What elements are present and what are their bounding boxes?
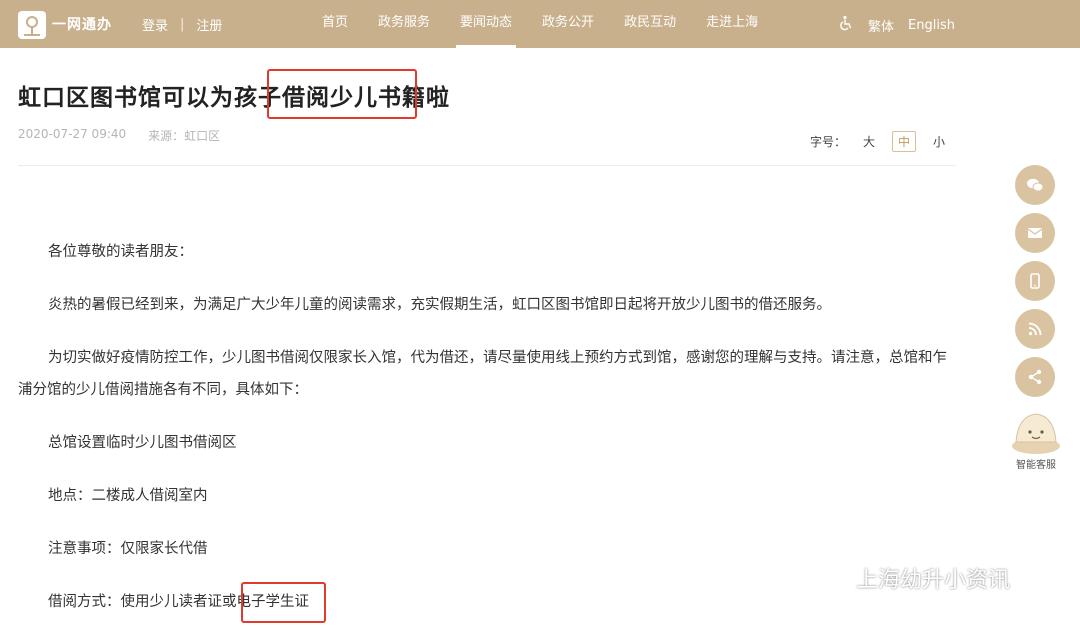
nav-item-about-shanghai[interactable]: 走进上海 <box>696 0 768 48</box>
article-meta: 2020-07-27 09:40 来源：虹口区 <box>18 127 220 144</box>
mobile-button[interactable] <box>1015 261 1055 301</box>
chatbot-mascot-icon <box>1012 413 1060 454</box>
font-size-small-button[interactable]: 小 <box>928 132 950 151</box>
font-size-label: 字号： <box>809 135 846 149</box>
paragraph-greeting: 各位尊敬的读者朋友： <box>48 244 193 260</box>
email-share-button[interactable] <box>1015 213 1055 253</box>
site-logo[interactable]: 一网通办 <box>18 11 126 39</box>
font-size-large-button[interactable]: 大 <box>858 132 880 151</box>
accessibility-icon[interactable] <box>838 15 854 35</box>
publish-date: 2020-07-27 09:40 <box>18 127 127 141</box>
watermark-text: 上海幼升小资讯 <box>856 568 1011 593</box>
share-button[interactable] <box>1015 357 1055 397</box>
student-card-highlight-box <box>241 582 326 623</box>
paragraph-notes: 注意事项：仅限家长代借 <box>48 541 208 557</box>
paragraph-notice: 为切实做好疫情防控工作，少儿图书借阅仅限家长入馆，代为借还，请尽量使用线上预约方… <box>18 350 947 398</box>
register-link[interactable]: 注册 <box>196 15 222 34</box>
mail-icon <box>1027 228 1043 238</box>
wechat-share-button[interactable] <box>1015 165 1055 205</box>
chatbot-button[interactable] <box>1010 408 1062 456</box>
nav-item-news[interactable]: 要闻动态 <box>450 0 522 48</box>
paragraph-location: 地点：二楼成人借阅室内 <box>48 488 208 504</box>
traditional-chinese-link[interactable]: 繁体 <box>868 16 894 35</box>
auth-separator: | <box>180 17 185 32</box>
wechat-icon <box>1027 178 1044 192</box>
font-size-medium-button[interactable]: 中 <box>891 131 916 152</box>
nav-item-government-services[interactable]: 政务服务 <box>368 0 440 48</box>
logo-mark-icon <box>18 11 46 39</box>
share-icon <box>1028 369 1042 385</box>
meta-divider <box>18 165 956 166</box>
rss-icon <box>1028 322 1042 336</box>
auth-links: 登录 | 注册 <box>142 15 222 34</box>
nav-item-government-affairs[interactable]: 政务公开 <box>532 0 604 48</box>
chatbot-label: 智能客服 <box>1016 460 1056 471</box>
nav-item-interaction[interactable]: 政民互动 <box>614 0 686 48</box>
watermark: 上海幼升小资讯 <box>808 562 1010 594</box>
header-tools: 繁体 English <box>838 15 955 35</box>
article-source: 来源：虹口区 <box>148 129 221 143</box>
rss-button[interactable] <box>1015 309 1055 349</box>
mobile-phone-icon <box>1030 273 1040 289</box>
logo-text: 一网通办 <box>52 17 112 33</box>
wechat-watermark-icon <box>810 565 847 592</box>
login-link[interactable]: 登录 <box>142 15 168 34</box>
title-highlight-box <box>267 69 417 119</box>
english-link[interactable]: English <box>908 18 955 33</box>
font-size-selector: 字号： 大 中 小 <box>810 131 950 152</box>
paragraph-intro: 炎热的暑假已经到来，为满足广大少年儿童的阅读需求，充实假期生活，虹口区图书馆即日… <box>48 297 831 313</box>
main-nav: 首页 政务服务 要闻动态 政务公开 政民互动 走进上海 <box>312 0 778 48</box>
nav-item-home[interactable]: 首页 <box>312 0 358 48</box>
top-navigation-bar: 一网通办 登录 | 注册 首页 政务服务 要闻动态 政务公开 政民互动 走进上海… <box>0 0 1080 48</box>
paragraph-main-library: 总馆设置临时少儿图书借阅区 <box>48 435 237 451</box>
